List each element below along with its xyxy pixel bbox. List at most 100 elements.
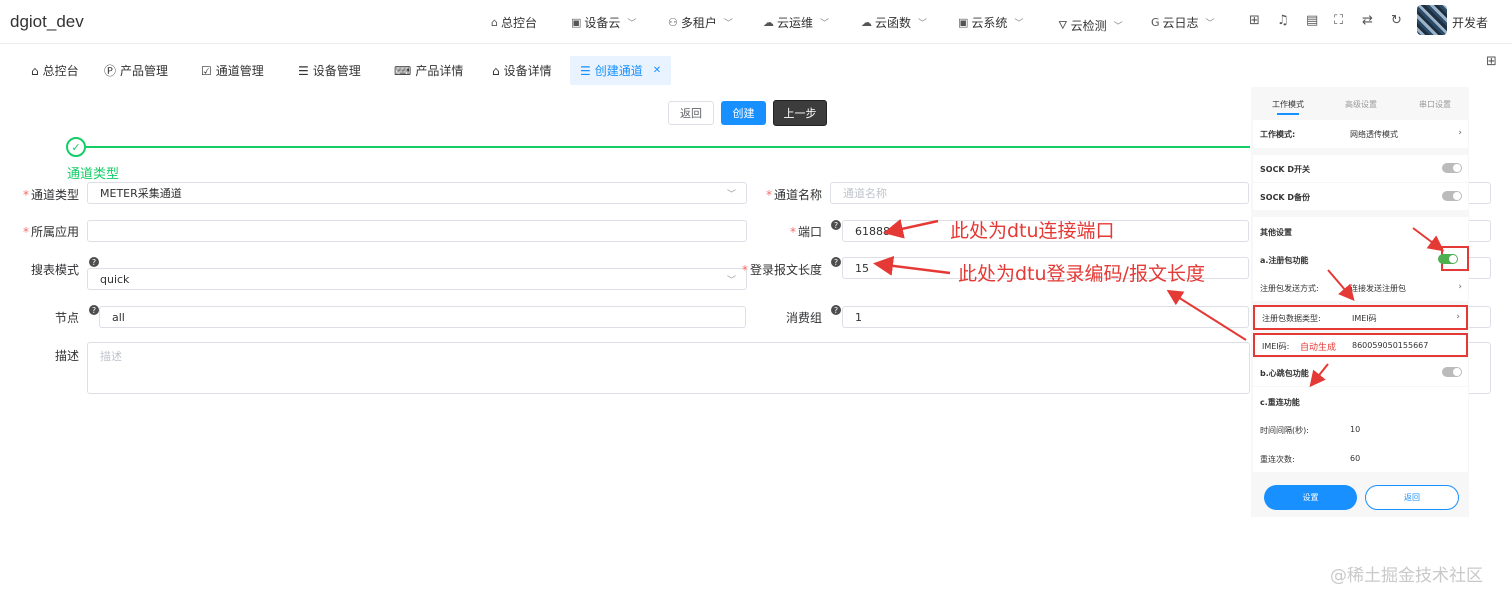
previous-step-button[interactable]: 上一步 xyxy=(773,100,827,126)
search-mode-select[interactable]: quick ﹀ xyxy=(87,268,747,290)
device-icon: ▣ xyxy=(571,16,582,29)
chevron-down-icon: ﹀ xyxy=(918,19,928,29)
description-textarea[interactable]: 描述 xyxy=(87,342,1250,394)
search-mode-label: 搜表模式 xyxy=(30,263,79,277)
nav-cloud-function[interactable]: ☁ 云函数 ﹀ xyxy=(861,14,927,31)
nav-cloud-ops[interactable]: ☁ 云运维 ﹀ xyxy=(763,14,829,31)
channel-type-select[interactable]: METER采集通道 ﹀ xyxy=(87,182,747,204)
channel-name-input[interactable]: 通道名称 xyxy=(830,182,1249,204)
app-title[interactable]: dgiot_dev xyxy=(10,12,84,32)
reconnect-row: c.重连功能 xyxy=(1253,387,1468,415)
watermark: @稀土掘金技术社区 xyxy=(1330,566,1483,586)
fullscreen-icon[interactable]: ⛶ xyxy=(1334,13,1343,28)
chevron-right-icon: › xyxy=(1458,128,1462,138)
home-icon: ⌂ xyxy=(491,16,498,29)
node-input[interactable]: all xyxy=(99,306,746,328)
help-icon[interactable]: ? xyxy=(89,257,99,267)
users-icon: ⚇ xyxy=(668,16,678,29)
chevron-down-icon: ﹀ xyxy=(723,19,733,29)
consumer-group-input-tail[interactable] xyxy=(1469,306,1491,328)
nav-cloud-log[interactable]: G 云日志 ﹀ xyxy=(1151,14,1215,31)
panel-tab-advanced[interactable]: 高级设置 xyxy=(1345,99,1377,110)
chevron-down-icon: ﹀ xyxy=(1014,19,1024,29)
home-icon: ⌂ xyxy=(31,63,39,78)
panel-tab-serial[interactable]: 串口设置 xyxy=(1419,99,1451,110)
document-icon[interactable]: ▤ xyxy=(1306,13,1318,28)
register-package-toggle[interactable] xyxy=(1438,254,1458,264)
login-length-label: * 登录报文长度 xyxy=(741,263,822,277)
tab-create-channel[interactable]: ☰ 创建通道 ✕ xyxy=(570,56,672,85)
tab-channel-management[interactable]: ☑ 通道管理 xyxy=(191,56,274,85)
consumer-group-input[interactable]: 1 xyxy=(842,306,1249,328)
node-label: 节点 xyxy=(54,311,79,325)
channel-name-label: * 通道名称 xyxy=(765,188,822,202)
chevron-down-icon: ﹀ xyxy=(820,19,830,29)
nav-multi-tenant[interactable]: ⚇ 多租户 ﹀ xyxy=(668,14,733,31)
help-icon[interactable]: ? xyxy=(89,305,99,315)
port-annotation: 此处为dtu连接端口 xyxy=(950,220,1115,242)
sockd-backup-toggle[interactable] xyxy=(1442,191,1462,201)
avatar[interactable] xyxy=(1417,5,1447,35)
heartbeat-toggle[interactable] xyxy=(1442,367,1462,377)
translate-icon[interactable]: ⇄ xyxy=(1362,13,1373,28)
nav-cloud-system[interactable]: ▣ 云系统 ﹀ xyxy=(958,14,1023,31)
tab-device-management[interactable]: ☰ 设备管理 xyxy=(288,56,371,85)
channel-icon: ☑ xyxy=(201,63,212,78)
register-send-row[interactable]: 注册包发送方式: 连接发送注册包 › xyxy=(1253,273,1468,301)
imei-auto-annotation: 自动生成 xyxy=(1300,343,1337,353)
chevron-down-icon: ﹀ xyxy=(726,190,736,200)
app-label: * 所属应用 xyxy=(22,225,79,239)
check-icon: ✓ xyxy=(66,137,86,157)
login-annotation: 此处为dtu登录编码/报文长度 xyxy=(958,263,1205,285)
login-length-input-tail[interactable] xyxy=(1469,257,1491,279)
test-tube-icon: 🜄 xyxy=(1058,19,1068,32)
work-mode-row[interactable]: 工作模式: 网络透传模式 › xyxy=(1253,120,1468,148)
nav-device-cloud[interactable]: ▣ 设备云 ﹀ xyxy=(571,14,636,31)
interval-row[interactable]: 时间间隔(秒): 10 xyxy=(1253,415,1468,444)
product-icon: Ⓟ xyxy=(104,64,117,78)
tab-dashboard[interactable]: ⌂ 总控台 xyxy=(21,56,89,85)
tab-device-detail[interactable]: ⌂ 设备详情 xyxy=(482,56,562,85)
chevron-down-icon: ﹀ xyxy=(1205,19,1215,29)
nav-cloud-test[interactable]: 🜄 云检测 ﹀ xyxy=(1058,14,1123,36)
tab-product-detail[interactable]: ⌨ 产品详情 xyxy=(384,56,473,85)
tab-product-management[interactable]: Ⓟ 产品管理 xyxy=(94,56,178,85)
user-menu-label[interactable]: 开发者 xyxy=(1452,14,1488,31)
channel-name-input-tail[interactable] xyxy=(1469,182,1491,204)
retries-row[interactable]: 重连次数: 60 xyxy=(1253,444,1468,472)
consumer-group-label: 消费组 xyxy=(785,311,822,325)
nav-dashboard[interactable]: ⌂ 总控台 xyxy=(491,14,537,31)
step-label: 通道类型 xyxy=(67,167,120,182)
other-settings-row: 其他设置 xyxy=(1253,217,1468,245)
register-type-row[interactable]: 注册包数据类型: IMEI码 › xyxy=(1253,305,1468,330)
sockd-switch-toggle[interactable] xyxy=(1442,163,1462,173)
tree-icon[interactable]: ⊞ xyxy=(1249,13,1260,28)
help-icon[interactable]: ? xyxy=(831,220,841,230)
grid-icon[interactable]: ⊞ xyxy=(1486,54,1497,69)
back-button[interactable]: 返回 xyxy=(668,101,714,125)
step-progress-line xyxy=(86,146,1250,148)
panel-tab-work-mode[interactable]: 工作模式 xyxy=(1272,99,1304,110)
home-icon: ⌂ xyxy=(492,63,500,78)
bell-icon[interactable]: ♫ xyxy=(1277,13,1289,28)
refresh-icon[interactable]: ↻ xyxy=(1391,13,1402,28)
cloud-function-icon: ☁ xyxy=(861,16,872,29)
close-icon[interactable]: ✕ xyxy=(653,65,661,76)
panel-return-button[interactable]: 返回 xyxy=(1365,485,1459,510)
port-label: * 端口 xyxy=(789,225,822,239)
panel-set-button[interactable]: 设置 xyxy=(1264,485,1357,510)
port-input-tail[interactable] xyxy=(1469,220,1491,242)
help-icon[interactable]: ? xyxy=(831,257,841,267)
chevron-down-icon: ﹀ xyxy=(1113,21,1123,32)
device-list-icon: ☰ xyxy=(298,63,309,78)
channel-type-label: * 通道类型 xyxy=(22,188,79,202)
description-textarea-tail[interactable] xyxy=(1469,342,1491,394)
create-button[interactable]: 创建 xyxy=(721,101,766,125)
code-icon: ⌨ xyxy=(394,63,412,78)
help-icon[interactable]: ? xyxy=(831,305,841,315)
app-input[interactable] xyxy=(87,220,747,242)
description-label: 描述 xyxy=(54,349,79,363)
active-tab-indicator xyxy=(1277,113,1299,115)
chevron-down-icon: ﹀ xyxy=(726,276,736,286)
cloud-icon: ☁ xyxy=(763,16,774,29)
